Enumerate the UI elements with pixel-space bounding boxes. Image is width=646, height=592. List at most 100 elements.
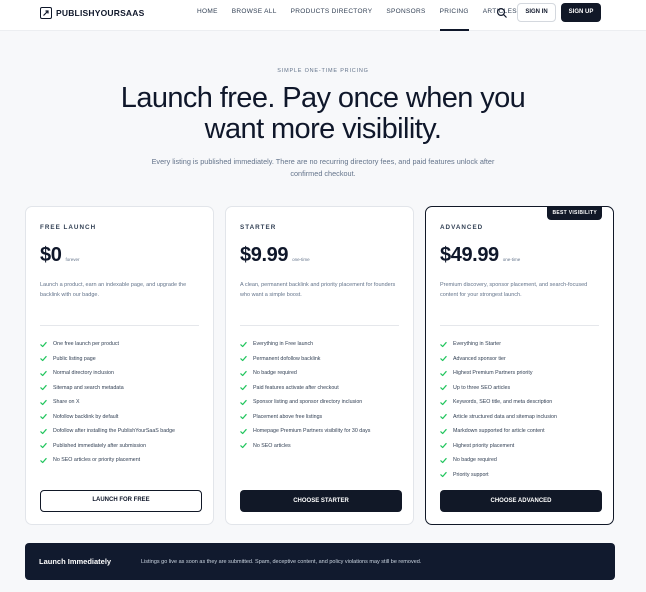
plan-description: Premium discovery, sponsor placement, an… [440,282,588,298]
feature-text: Placement above free listings [253,413,323,420]
check-icon [40,370,47,376]
best-visibility-badge: BEST VISIBILITY [547,206,602,220]
brand-name: PUBLISHYOURSAAS [56,8,145,18]
feature-text: Up to three SEO articles [453,384,511,391]
feature-item: No SEO articles [240,439,405,454]
feature-item: Highest Premium Partners priority [440,366,605,381]
feature-item: Keywords, SEO title, and meta descriptio… [440,395,605,410]
feature-text: No badge required [453,457,497,464]
feature-text: Priority support [453,471,489,478]
check-icon [40,414,47,420]
feature-item: Permanent dofollow backlink [240,352,405,367]
feature-item: Everything in Starter [440,337,605,352]
nav-link-products-directory[interactable]: PRODUCTS DIRECTORY [284,0,380,31]
feature-text: Nofollow backlink by default [53,413,119,420]
nav-link-pricing[interactable]: PRICING [433,0,476,31]
feature-list: Everything in Free launch Permanent dofol… [240,337,405,453]
check-icon [40,443,47,449]
launch-immediately-banner: Launch Immediately Listings go live as s… [25,543,615,580]
feature-text: Everything in Free launch [253,341,314,348]
feature-item: Nofollow backlink by default [40,410,205,425]
check-icon [440,356,447,362]
feature-text: Everything in Starter [453,341,501,348]
pricing-eyebrow: SIMPLE ONE-TIME PRICING [277,68,369,74]
feature-item: Paid features activate after checkout [240,381,405,396]
feature-text: Published immediately after submission [53,442,147,449]
feature-text: Sponsor listing and sponsor directory in… [253,399,363,406]
check-icon [440,385,447,391]
check-icon [240,428,247,434]
plan-description: Launch a product, earn an indexable page… [40,282,187,298]
feature-list: One free launch per product Public listin… [40,337,205,468]
feature-text: Article structured data and sitemap incl… [453,413,557,420]
launch-for-free-button[interactable]: LAUNCH FOR FREE [40,490,202,512]
divider [240,325,399,326]
nav-link-home[interactable]: HOME [190,0,225,31]
feature-text: Dofollow after installing the PublishYou… [53,428,176,435]
top-nav: PUBLISHYOURSAAS HOME BROWSE ALL PRODUCTS… [0,0,646,31]
check-icon [40,356,47,362]
check-icon [440,472,447,478]
feature-item: Homepage Premium Partners visibility for… [240,424,405,439]
feature-text: Share on X [53,399,80,406]
feature-list: Everything in Starter Advanced sponsor ti… [440,337,605,482]
feature-text: Highest priority placement [453,442,515,449]
choose-starter-button[interactable]: CHOOSE STARTER [240,490,402,512]
banner-title: Launch Immediately [39,557,112,566]
plan-description: A clean, permanent backlink and priority… [240,282,396,298]
sign-in-button[interactable]: SIGN IN [517,3,556,22]
sign-up-button[interactable]: SIGN UP [561,3,601,22]
plan-card-advanced: BEST VISIBILITY ADVANCED $49.99 one-time… [425,206,614,525]
plan-price-note: one-time [502,257,521,262]
feature-text: No SEO articles [253,442,291,449]
feature-item: Up to three SEO articles [440,381,605,396]
plan-card-starter: STARTER $9.99 one-time A clean, permanen… [225,206,414,525]
check-icon [440,457,447,463]
feature-item: Everything in Free launch [240,337,405,352]
check-icon [240,341,247,347]
plan-price-note: forever [65,257,80,262]
plan-price-note: one-time [292,257,310,262]
check-icon [440,399,447,405]
page-title: Launch free. Pay once when you want more… [120,82,526,145]
feature-item: One free launch per product [40,337,205,352]
feature-item: No badge required [240,366,405,381]
feature-item: Dofollow after installing the PublishYou… [40,424,205,439]
feature-text: Normal directory inclusion [53,370,114,377]
brand-icon [40,7,52,19]
banner-text: Listings go live as soon as they are sub… [141,558,422,565]
plan-price: $0 [40,244,62,266]
feature-item: Advanced sponsor tier [440,352,605,367]
nav-links: HOME BROWSE ALL PRODUCTS DIRECTORY SPONS… [190,0,524,31]
check-icon [40,341,47,347]
plan-name: FREE LAUNCH [40,224,97,231]
feature-item: Share on X [40,395,205,410]
check-icon [40,457,47,463]
check-icon [240,385,247,391]
feature-item: Markdown supported for article content [440,424,605,439]
check-icon [440,370,447,376]
feature-item: Sitemap and search metadata [40,381,205,396]
check-icon [240,399,247,405]
feature-item: Article structured data and sitemap incl… [440,410,605,425]
choose-advanced-button[interactable]: CHOOSE ADVANCED [440,490,602,512]
brand-logo[interactable]: PUBLISHYOURSAAS [40,7,144,19]
feature-text: Permanent dofollow backlink [253,355,321,362]
feature-item: No badge required [440,453,605,468]
feature-text: Highest Premium Partners priority [453,370,533,377]
nav-link-sponsors[interactable]: SPONSORS [379,0,432,31]
nav-link-browse-all[interactable]: BROWSE ALL [225,0,284,31]
feature-item: No SEO articles or priority placement [40,453,205,468]
check-icon [40,428,47,434]
feature-text: Advanced sponsor tier [453,355,506,362]
feature-text: Sitemap and search metadata [53,384,124,391]
feature-text: Homepage Premium Partners visibility for… [253,428,371,435]
search-icon[interactable] [496,7,508,19]
check-icon [440,414,447,420]
feature-item: Normal directory inclusion [40,366,205,381]
feature-text: No badge required [253,370,297,377]
divider [40,325,199,326]
feature-text: No SEO articles or priority placement [53,457,141,464]
check-icon [240,414,247,420]
plan-card-free: FREE LAUNCH $0 forever Launch a product,… [25,206,214,525]
